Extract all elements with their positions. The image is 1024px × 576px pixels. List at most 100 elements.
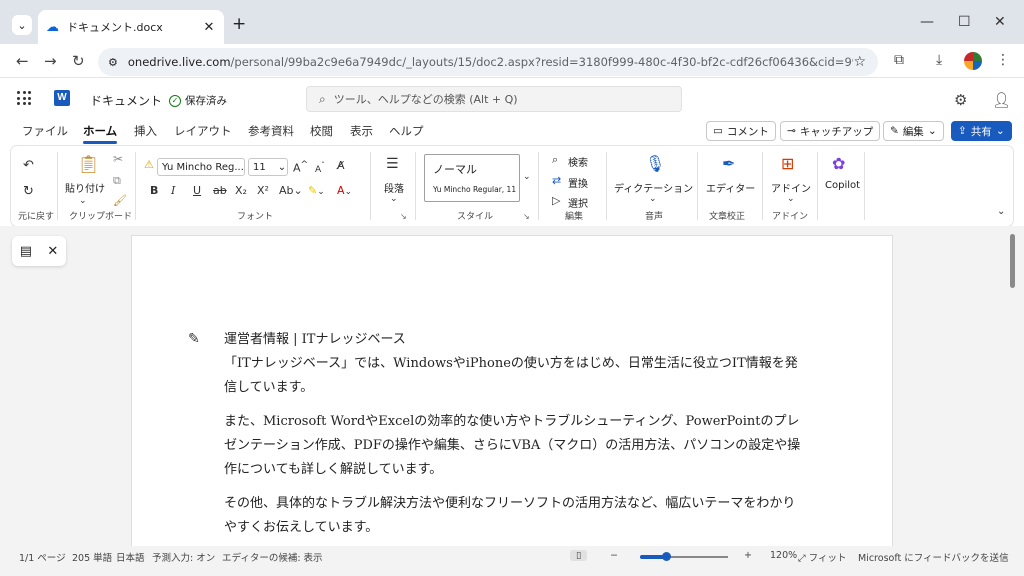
strikethrough-icon[interactable]: ab [213, 184, 227, 197]
microphone-icon[interactable]: 🎙︎ [645, 154, 665, 173]
grow-font-icon[interactable]: A^ [293, 159, 308, 175]
settings-gear-icon[interactable]: ⚙ [954, 91, 967, 109]
addins-grid-icon[interactable]: ⊞ [781, 154, 794, 173]
select-label[interactable]: 選択 [568, 195, 588, 210]
text-effects-icon[interactable]: Ab⌄ [279, 184, 303, 197]
replace-icon[interactable]: ⇄ [552, 174, 561, 187]
paragraph-icon[interactable]: ☰ [386, 156, 399, 172]
doc-heading[interactable]: 運営者情報 | ITナレッジベース [224, 328, 804, 352]
bookmark-star-icon[interactable]: ☆ [853, 54, 866, 70]
paste-icon[interactable]: 📋︎ [77, 154, 100, 175]
minimize-icon[interactable]: — [920, 14, 934, 30]
tab-references[interactable]: 参考資料 [248, 123, 294, 139]
copilot-label[interactable]: Copilot [825, 180, 860, 191]
browser-menu-icon[interactable]: ⋮ [996, 52, 1010, 68]
underline-icon[interactable]: U [193, 184, 201, 197]
maximize-icon[interactable]: ☐ [958, 14, 971, 30]
document-name[interactable]: ドキュメント [90, 92, 162, 109]
paragraph-chevron-icon[interactable]: ⌄ [390, 194, 398, 204]
edit-mode-button[interactable]: ✎ 編集 ⌄ [883, 121, 944, 141]
inline-copilot-icon[interactable]: ✎ [188, 331, 200, 347]
browser-tab[interactable]: ☁ ドキュメント.docx ✕ [38, 10, 224, 44]
font-size-dropdown[interactable]: 11 ⌄ [248, 158, 288, 176]
tab-review[interactable]: 校閲 [310, 123, 333, 139]
predict-status[interactable]: 予測入力: オン [152, 550, 215, 564]
extensions-icon[interactable]: ⧉ [894, 52, 904, 68]
editor-pen-icon[interactable]: ✒ [722, 154, 735, 173]
catchup-button[interactable]: ⊸ キャッチアップ [780, 121, 881, 141]
tab-help[interactable]: ヘルプ [389, 123, 424, 139]
word-count[interactable]: 205 単語 [72, 550, 112, 564]
forward-icon[interactable]: → [44, 52, 57, 70]
styles-chevron-icon[interactable]: ⌄ [523, 172, 531, 182]
tab-view[interactable]: 表示 [350, 123, 373, 139]
back-icon[interactable]: ← [16, 52, 29, 70]
addins-chevron-icon[interactable]: ⌄ [787, 194, 795, 204]
zoom-knob[interactable] [662, 552, 671, 561]
vertical-scrollbar[interactable] [1010, 234, 1015, 288]
account-icon[interactable]: 👤︎ [992, 91, 1011, 109]
editor-label[interactable]: エディター [706, 180, 755, 195]
zoom-level[interactable]: 120% [770, 550, 797, 561]
paste-chevron-icon[interactable]: ⌄ [79, 196, 87, 206]
paste-label[interactable]: 貼り付け [65, 180, 105, 195]
tab-list-chevron-icon[interactable]: ⌄ [12, 15, 32, 35]
doc-paragraph-1[interactable]: 「ITナレッジベース」では、WindowsやiPhoneの使い方をはじめ、日常生… [224, 352, 804, 400]
tab-file[interactable]: ファイル [22, 123, 68, 139]
panel-icon[interactable]: ▤ [20, 244, 32, 259]
superscript-icon[interactable]: X² [257, 184, 269, 197]
select-icon[interactable]: ▷ [552, 194, 560, 207]
close-panel-icon[interactable]: ✕ [47, 244, 58, 259]
close-tab-icon[interactable]: ✕ [200, 20, 218, 35]
italic-icon[interactable]: I [171, 184, 175, 197]
profile-avatar[interactable] [964, 52, 982, 70]
search-box[interactable]: ⌕ ツール、ヘルプなどの検索 (Alt + Q) [306, 86, 682, 112]
app-launcher-icon[interactable] [17, 91, 31, 105]
save-status[interactable]: ✓ 保存済み [169, 93, 227, 108]
font-name-dropdown[interactable]: Yu Mincho Reg... [157, 158, 245, 176]
editor-status[interactable]: エディターの候補: 表示 [222, 550, 323, 564]
undo-icon[interactable]: ↶ [23, 158, 34, 173]
copilot-icon[interactable]: ✿ [832, 154, 845, 173]
doc-paragraph-3[interactable]: その他、具体的なトラブル解決方法や便利なフリーソフトの活用方法など、幅広いテーマ… [224, 492, 804, 540]
zoom-out-icon[interactable]: − [610, 550, 618, 561]
zoom-in-icon[interactable]: + [744, 550, 752, 561]
tab-insert[interactable]: 挿入 [134, 123, 157, 139]
bold-icon[interactable]: B [150, 184, 158, 197]
site-settings-icon[interactable]: ⚙ [108, 56, 118, 69]
find-icon[interactable]: ⌕ [552, 153, 558, 167]
format-painter-icon[interactable]: 🖌︎ [113, 194, 127, 207]
fit-button[interactable]: ⤢ フィット [798, 550, 846, 564]
cut-icon[interactable]: ✂ [113, 152, 123, 166]
styles-launcher-icon[interactable]: ↘ [523, 212, 530, 221]
addins-label[interactable]: アドイン [771, 180, 811, 195]
tab-home[interactable]: ホーム [83, 123, 118, 144]
view-mode-icon[interactable]: ▯ [570, 550, 588, 561]
paragraph-label[interactable]: 段落 [384, 180, 404, 195]
address-bar[interactable]: ⚙ onedrive.live.com/personal/99ba2c9e6a7… [98, 48, 878, 76]
comment-button[interactable]: ▭ コメント [706, 121, 776, 141]
share-button[interactable]: ⇪ 共有 ⌄ [951, 121, 1012, 141]
find-label[interactable]: 検索 [568, 154, 588, 169]
shrink-font-icon[interactable]: Aˇ [315, 161, 325, 175]
dictation-label[interactable]: ディクテーション [614, 180, 693, 195]
clear-format-icon[interactable]: A̸ [337, 159, 345, 172]
copy-icon[interactable]: ⧉ [113, 174, 121, 188]
tab-layout[interactable]: レイアウト [174, 123, 232, 139]
ribbon-collapse-chevron-icon[interactable]: ⌄ [997, 206, 1005, 217]
navigation-pane-toggle[interactable]: ▤ ✕ [12, 236, 66, 266]
close-window-icon[interactable]: ✕ [994, 14, 1006, 30]
font-launcher-icon[interactable]: ↘ [400, 212, 407, 221]
dictation-chevron-icon[interactable]: ⌄ [649, 194, 657, 204]
language-status[interactable]: 日本語 [116, 550, 145, 564]
redo-icon[interactable]: ↻ [23, 184, 34, 199]
feedback-link[interactable]: Microsoft にフィードバックを送信 [858, 550, 1009, 564]
subscript-icon[interactable]: X₂ [235, 184, 247, 197]
font-color-icon[interactable]: A⌄ [337, 184, 352, 197]
download-icon[interactable]: ⤓ [936, 52, 942, 68]
reload-icon[interactable]: ↻ [72, 52, 85, 70]
replace-label[interactable]: 置換 [568, 175, 588, 190]
highlight-icon[interactable]: ✎⌄ [308, 184, 325, 197]
new-tab-icon[interactable]: + [232, 14, 246, 34]
doc-paragraph-2[interactable]: また、Microsoft WordやExcelの効率的な使い方やトラブルシューテ… [224, 410, 804, 482]
